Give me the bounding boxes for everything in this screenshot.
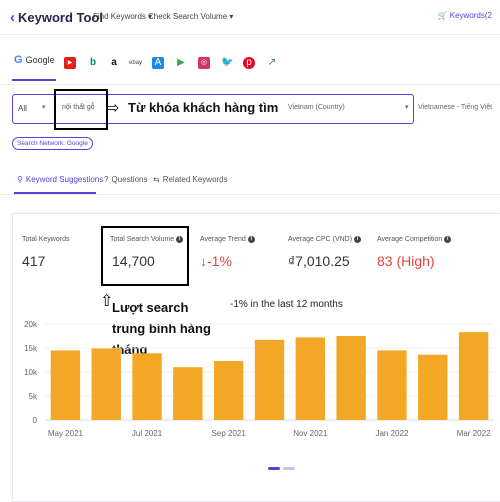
tab-google-label: Google	[25, 55, 55, 65]
total-keywords-label: Total Keywords	[22, 236, 69, 243]
bar-sep-2021[interactable]	[213, 360, 244, 420]
scope-select[interactable]: All	[18, 104, 27, 113]
tab-keyword-suggestions[interactable]: ⚲ Keyword Suggestions	[17, 175, 103, 184]
bar-jan-2022[interactable]	[377, 350, 407, 420]
total-keywords-value: 417	[22, 253, 46, 269]
avg-trend-label: Average Trend i	[200, 236, 255, 243]
pinterest-icon[interactable]: p	[243, 57, 255, 69]
divider	[0, 194, 500, 195]
info-icon[interactable]: i	[354, 236, 362, 243]
tab-related-keywords[interactable]: ⇆ Related Keywords	[153, 175, 228, 184]
bar-feb-2022[interactable]	[418, 354, 448, 420]
x-tick-label: May 2021	[48, 429, 84, 438]
bar-nov-2021[interactable]	[295, 337, 326, 420]
amazon-icon[interactable]: a	[108, 57, 120, 69]
appstore-icon[interactable]: A	[152, 57, 164, 69]
chevron-down-icon: ▾	[229, 12, 234, 21]
google-icon: G	[14, 54, 23, 66]
avg-cpc-label: Average CPC (VND) i	[288, 236, 362, 243]
search-icon: ⚲	[17, 175, 23, 184]
info-icon[interactable]: i	[176, 236, 184, 243]
keyword-annotation: Từ khóa khách hàng tìm	[128, 100, 279, 115]
tab-google[interactable]: G Google	[14, 54, 55, 66]
nav-find-label: Find Keywords	[93, 12, 146, 21]
avg-competition-label-text: Average Competition	[377, 236, 443, 243]
logo-icon: ‹	[10, 9, 15, 26]
x-tick-label: Sep 2021	[212, 429, 247, 438]
twitter-icon[interactable]: 🐦	[221, 57, 233, 69]
active-tab-indicator	[12, 79, 56, 81]
avg-competition-value: 83 (High)	[377, 253, 435, 269]
carousel-dot[interactable]	[283, 467, 295, 470]
trend-note: -1% in the last 12 months	[230, 299, 343, 310]
search-volume-chart: 0 5k 10k 15k 20k May 2021 Jul 2021 Sep 2021 Nov …	[24, 320, 494, 438]
keywords-cart-label: Keywords(2	[449, 11, 492, 20]
keyword-input[interactable]: nội thất gỗ	[62, 104, 95, 111]
arrow-down-icon: ↓	[200, 253, 207, 269]
carousel-dots	[268, 457, 298, 475]
bar-may-2021[interactable]	[50, 350, 81, 420]
avg-trend-value-text: -1%	[207, 253, 232, 269]
tab-related-keywords-label: Related Keywords	[162, 175, 228, 184]
search-volume-label: Total Search Volume i	[110, 236, 184, 243]
search-network-button[interactable]: Search Network: Google	[12, 137, 93, 150]
tab-questions[interactable]: ? Questions	[104, 175, 147, 184]
search-volume-label-text: Total Search Volume	[110, 236, 175, 243]
avg-cpc-value: ₫7,010.25	[288, 253, 350, 269]
keywords-cart-link[interactable]: 🛒 Keywords(2	[438, 11, 492, 20]
y-tick-label: 5k	[29, 392, 38, 401]
cart-icon: 🛒	[437, 11, 448, 20]
avg-trend-label-text: Average Trend	[200, 236, 246, 243]
trends-icon[interactable]: ↗	[266, 57, 278, 69]
carousel-dot-active[interactable]	[268, 467, 280, 470]
info-icon[interactable]: i	[444, 236, 452, 243]
tab-questions-label: Questions	[111, 175, 148, 184]
bing-icon[interactable]: b	[87, 57, 99, 69]
logo[interactable]: ‹ Keyword Tool	[10, 9, 103, 26]
avg-competition-label: Average Competition i	[377, 236, 452, 243]
playstore-icon[interactable]: ▶	[175, 57, 187, 69]
search-volume-value: 14,700	[112, 253, 155, 269]
bar-jun-2021[interactable]	[91, 348, 121, 420]
avg-cpc-label-text: Average CPC (VND)	[288, 236, 353, 243]
logo-text: Keyword Tool	[18, 10, 103, 25]
nav-check-label: Check Search Volume	[148, 12, 228, 21]
total-keywords-label-text: Total Keywords	[22, 236, 70, 243]
x-tick-label: Nov 2021	[293, 429, 328, 438]
tab-keyword-suggestions-label: Keyword Suggestions	[25, 175, 104, 184]
active-tab-indicator	[14, 192, 96, 194]
chevron-down-icon: ▾	[405, 104, 409, 111]
y-tick-label: 20k	[24, 320, 38, 329]
youtube-icon[interactable]: ▶	[64, 57, 76, 69]
bar-aug-2021[interactable]	[173, 367, 203, 420]
chevron-down-icon: ▾	[42, 104, 46, 111]
instagram-icon[interactable]: ◎	[198, 57, 210, 69]
question-icon: ?	[104, 175, 109, 184]
x-tick-label: Jul 2021	[132, 429, 163, 438]
avg-trend-value: ↓-1%	[200, 253, 232, 269]
y-tick-label: 10k	[24, 368, 38, 377]
language-select[interactable]: Vietnamese - Tiếng Việt	[418, 104, 492, 111]
nav-find-keywords[interactable]: Find Keywords ▾	[93, 12, 152, 21]
arrow-right-icon: ⇨	[106, 100, 120, 117]
related-icon: ⇆	[153, 175, 160, 184]
country-select[interactable]: Vietnam (Country)	[288, 104, 345, 111]
nav-check-search-volume[interactable]: Check Search Volume ▾	[148, 12, 233, 21]
x-tick-label: Jan 2022	[375, 429, 408, 438]
y-tick-label: 0	[33, 416, 38, 425]
x-tick-label: Mar 2022	[457, 429, 491, 438]
bar-jul-2021[interactable]	[132, 353, 162, 420]
bar-dec-2021[interactable]	[336, 336, 366, 420]
ebay-icon[interactable]: ebay	[129, 57, 142, 69]
bar-oct-2021[interactable]	[254, 339, 285, 420]
y-tick-label: 15k	[24, 344, 38, 353]
info-icon[interactable]: i	[247, 236, 255, 243]
bar-mar-2022[interactable]	[458, 332, 489, 420]
